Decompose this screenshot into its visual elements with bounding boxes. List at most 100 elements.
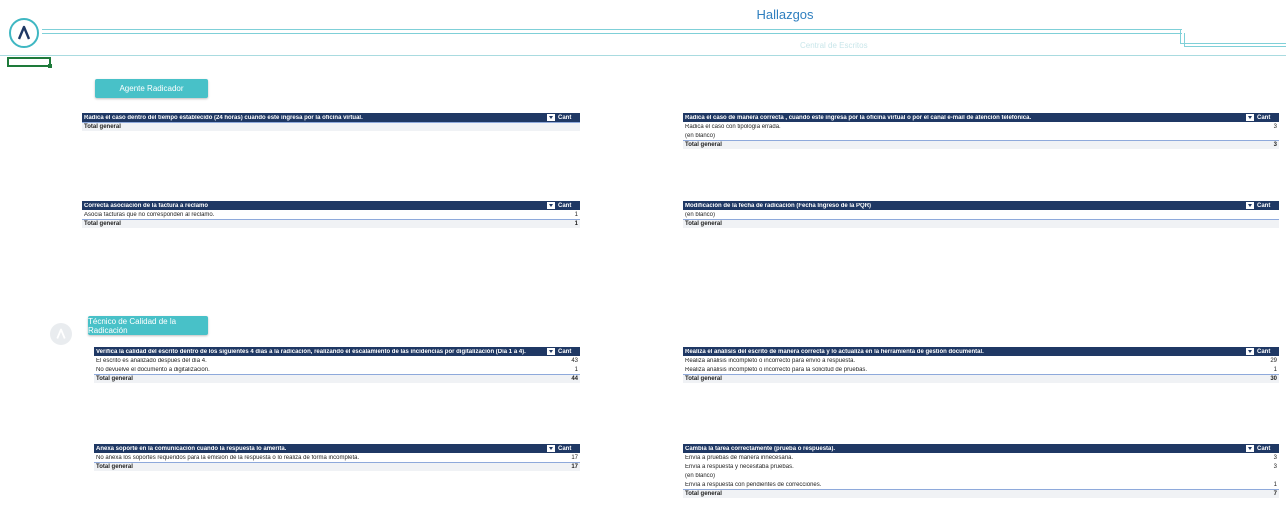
table-row: Envía a respuesta con pendientes de corr… xyxy=(683,480,1279,489)
row-label: (en blanco) xyxy=(685,472,716,479)
header-divider xyxy=(42,33,1182,34)
table-row: No anexa los soportes requeridos para la… xyxy=(94,453,580,462)
table-row: No devuelve el documento a digitalizació… xyxy=(94,365,580,374)
count-header: Cant xyxy=(558,202,572,209)
brand-logo-icon xyxy=(50,323,72,345)
total-value: 17 xyxy=(571,464,578,470)
pivot-table: Correcta asociación de la factura a recl… xyxy=(82,201,580,228)
table-header-label: Radica el caso dentro del tiempo estable… xyxy=(84,114,363,121)
table-header: Radica el caso de manera correcta , cuan… xyxy=(683,113,1279,122)
table-header-label: Realiza el análisis del escrito de maner… xyxy=(685,348,984,355)
total-label: Total general xyxy=(84,124,121,130)
table-header-label: Verifica la calidad del escrito dentro d… xyxy=(96,348,526,355)
table-row: Envía a respuesta y necesitaba pruebas. … xyxy=(683,462,1279,471)
row-label: Radica el caso con tipología errada. xyxy=(685,123,781,130)
filter-dropdown-icon[interactable] xyxy=(1246,348,1254,355)
count-header: Cant xyxy=(558,348,572,355)
row-value: 1 xyxy=(574,366,578,373)
total-label: Total general xyxy=(685,491,722,497)
header-divider xyxy=(1184,46,1286,47)
total-row: Total general xyxy=(683,219,1279,228)
total-value: 7 xyxy=(1273,491,1277,497)
table-header: Cambia la tarea correctamente (prueba o … xyxy=(683,444,1279,453)
total-row: Total general xyxy=(82,122,580,131)
total-row: Total general 3 xyxy=(683,140,1279,149)
pivot-table: Verifica la calidad del escrito dentro d… xyxy=(94,347,580,383)
total-value: 30 xyxy=(1270,376,1277,382)
total-value: 3 xyxy=(1273,142,1277,148)
header-divider xyxy=(1180,43,1286,44)
selected-cell[interactable] xyxy=(7,57,52,68)
filter-dropdown-icon[interactable] xyxy=(1246,202,1254,209)
filter-dropdown-icon[interactable] xyxy=(547,202,555,209)
total-value: 1 xyxy=(574,221,578,227)
table-row: Asocia facturas que no corresponden al r… xyxy=(82,210,580,219)
row-label: Envía a respuesta y necesitaba pruebas. xyxy=(685,463,794,470)
table-header-label: Cambia la tarea correctamente (prueba o … xyxy=(685,445,836,452)
filter-dropdown-icon[interactable] xyxy=(547,445,555,452)
table-header-label: Radica el caso de manera correcta , cuan… xyxy=(685,114,1032,121)
table-header: Radica el caso dentro del tiempo estable… xyxy=(82,113,580,122)
row-label: Realiza análisis incompleto o incorrecto… xyxy=(685,366,868,373)
table-header: Realiza el análisis del escrito de maner… xyxy=(683,347,1279,356)
row-label: Realiza análisis incompleto o incorrecto… xyxy=(685,357,856,364)
row-label: Envía a pruebas de manera innecesaria. xyxy=(685,454,794,461)
row-value: 43 xyxy=(571,357,578,364)
filter-dropdown-icon[interactable] xyxy=(547,114,555,121)
total-row: Total general 17 xyxy=(94,462,580,471)
table-row: (en blanco) xyxy=(683,471,1279,480)
table-row: Realiza análisis incompleto o incorrecto… xyxy=(683,365,1279,374)
row-label: El escrito es analizado después del día … xyxy=(96,357,207,364)
section-agente-radicador[interactable]: Agente Radicador xyxy=(95,79,208,98)
row-value: 1 xyxy=(1273,481,1277,488)
count-header: Cant xyxy=(558,114,572,121)
filter-dropdown-icon[interactable] xyxy=(1246,445,1254,452)
filter-dropdown-icon[interactable] xyxy=(547,348,555,355)
row-label: (en blanco) xyxy=(685,211,716,218)
total-label: Total general xyxy=(84,221,121,227)
total-row: Total general 1 xyxy=(82,219,580,228)
total-label: Total general xyxy=(96,464,133,470)
table-row: Radica el caso con tipología errada. 3 xyxy=(683,122,1279,131)
pivot-table: Radica el caso de manera correcta , cuan… xyxy=(683,113,1279,149)
total-row: Total general 44 xyxy=(94,374,580,383)
total-label: Total general xyxy=(685,376,722,382)
row-label: No devuelve el documento a digitalizació… xyxy=(96,366,210,373)
table-row: El escrito es analizado después del día … xyxy=(94,356,580,365)
table-header-label: Anexa soporte en la comunicación cuando … xyxy=(96,445,287,452)
row-value: 17 xyxy=(571,454,578,461)
row-value: 3 xyxy=(1273,463,1277,470)
pivot-table: Cambia la tarea correctamente (prueba o … xyxy=(683,444,1279,498)
pivot-table: Realiza el análisis del escrito de maner… xyxy=(683,347,1279,383)
table-header: Modificación de la fecha de radicación (… xyxy=(683,201,1279,210)
row-value: 1 xyxy=(1273,366,1277,373)
header-divider xyxy=(1184,33,1185,46)
pivot-table: Modificación de la fecha de radicación (… xyxy=(683,201,1279,228)
table-header-label: Correcta asociación de la factura a recl… xyxy=(84,202,209,209)
row-value: 29 xyxy=(1270,357,1277,364)
table-row: Realiza análisis incompleto o incorrecto… xyxy=(683,356,1279,365)
count-header: Cant xyxy=(1257,114,1271,121)
count-header: Cant xyxy=(1257,202,1271,209)
table-row: (en blanco) xyxy=(683,131,1279,140)
page-title: Hallazgos xyxy=(756,7,814,22)
filter-dropdown-icon[interactable] xyxy=(1246,114,1254,121)
table-row: (en blanco) xyxy=(683,210,1279,219)
pivot-table: Radica el caso dentro del tiempo estable… xyxy=(82,113,580,131)
row-value: 3 xyxy=(1273,123,1277,130)
brand-logo-icon xyxy=(9,18,39,48)
total-row: Total general 30 xyxy=(683,374,1279,383)
count-header: Cant xyxy=(1257,445,1271,452)
count-header: Cant xyxy=(558,445,572,452)
total-value: 44 xyxy=(571,376,578,382)
row-label: Asocia facturas que no corresponden al r… xyxy=(84,211,215,218)
header-divider xyxy=(42,29,1182,30)
section-tecnico-calidad[interactable]: Técnico de Calidad de la Radicación xyxy=(88,316,208,335)
page-subtitle: Central de Escritos xyxy=(800,41,868,50)
total-label: Total general xyxy=(96,376,133,382)
table-header: Anexa soporte en la comunicación cuando … xyxy=(94,444,580,453)
header-divider xyxy=(1180,29,1181,43)
table-row: Envía a pruebas de manera innecesaria. 3 xyxy=(683,453,1279,462)
pivot-table: Anexa soporte en la comunicación cuando … xyxy=(94,444,580,471)
table-header: Verifica la calidad del escrito dentro d… xyxy=(94,347,580,356)
